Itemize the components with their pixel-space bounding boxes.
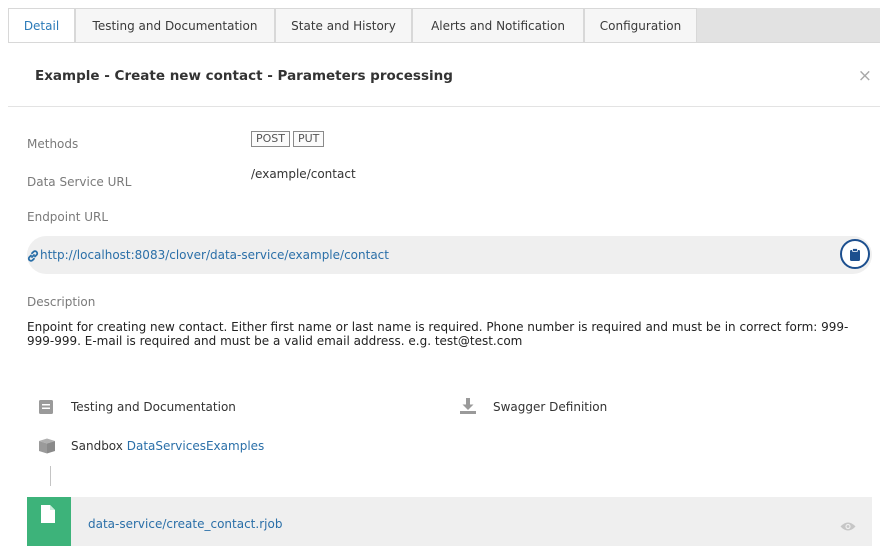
panel-border xyxy=(8,42,880,43)
job-path-prefix: data-service/ xyxy=(88,517,167,531)
link-icon xyxy=(26,248,40,267)
methods-list: POST PUT xyxy=(251,131,327,147)
copy-url-button[interactable] xyxy=(840,239,870,269)
clipboard-icon xyxy=(849,247,861,266)
sandbox-link[interactable]: DataServicesExamples xyxy=(127,439,265,453)
tab-alerts-and-notification[interactable]: Alerts and Notification xyxy=(412,8,584,42)
tab-state-and-history[interactable]: State and History xyxy=(275,8,412,42)
eye-icon[interactable] xyxy=(840,517,856,536)
sandbox-prefix: Sandbox xyxy=(71,439,123,453)
testing-and-documentation-link[interactable]: Testing and Documentation xyxy=(71,400,236,414)
close-icon[interactable]: × xyxy=(858,66,872,86)
data-service-url-label: Data Service URL xyxy=(27,175,132,189)
tab-testing-and-documentation[interactable]: Testing and Documentation xyxy=(75,8,275,42)
job-file-name: create_contact.rjob xyxy=(166,517,283,531)
tab-detail[interactable]: Detail xyxy=(8,8,75,43)
endpoint-url-label: Endpoint URL xyxy=(27,210,109,224)
job-file-link[interactable]: data-service/create_contact.rjob xyxy=(88,517,282,531)
data-service-url-value: /example/contact xyxy=(251,167,356,181)
divider xyxy=(8,106,880,107)
job-row[interactable]: data-service/create_contact.rjob xyxy=(27,497,872,546)
description-text: Enpoint for creating new contact. Either… xyxy=(27,320,849,348)
description-label: Description xyxy=(27,295,96,309)
file-icon xyxy=(41,505,55,527)
page-title: Example - Create new contact - Parameter… xyxy=(35,68,453,84)
endpoint-url-link[interactable]: http://localhost:8083/clover/data-servic… xyxy=(40,248,389,262)
methods-label: Methods xyxy=(27,137,79,151)
document-icon xyxy=(39,399,53,418)
sandbox-info: Sandbox DataServicesExamples xyxy=(71,439,264,453)
download-icon xyxy=(460,398,476,418)
method-badge-put: PUT xyxy=(293,131,325,147)
tab-configuration[interactable]: Configuration xyxy=(584,8,697,42)
swagger-definition-link[interactable]: Swagger Definition xyxy=(493,400,607,414)
tab-bar: Detail Testing and Documentation State a… xyxy=(0,0,880,43)
box-icon xyxy=(38,438,56,458)
tree-connector xyxy=(50,466,51,486)
endpoint-url-bar: http://localhost:8083/clover/data-servic… xyxy=(27,236,872,274)
job-file-icon-box xyxy=(27,497,71,546)
method-badge-post: POST xyxy=(251,131,290,147)
